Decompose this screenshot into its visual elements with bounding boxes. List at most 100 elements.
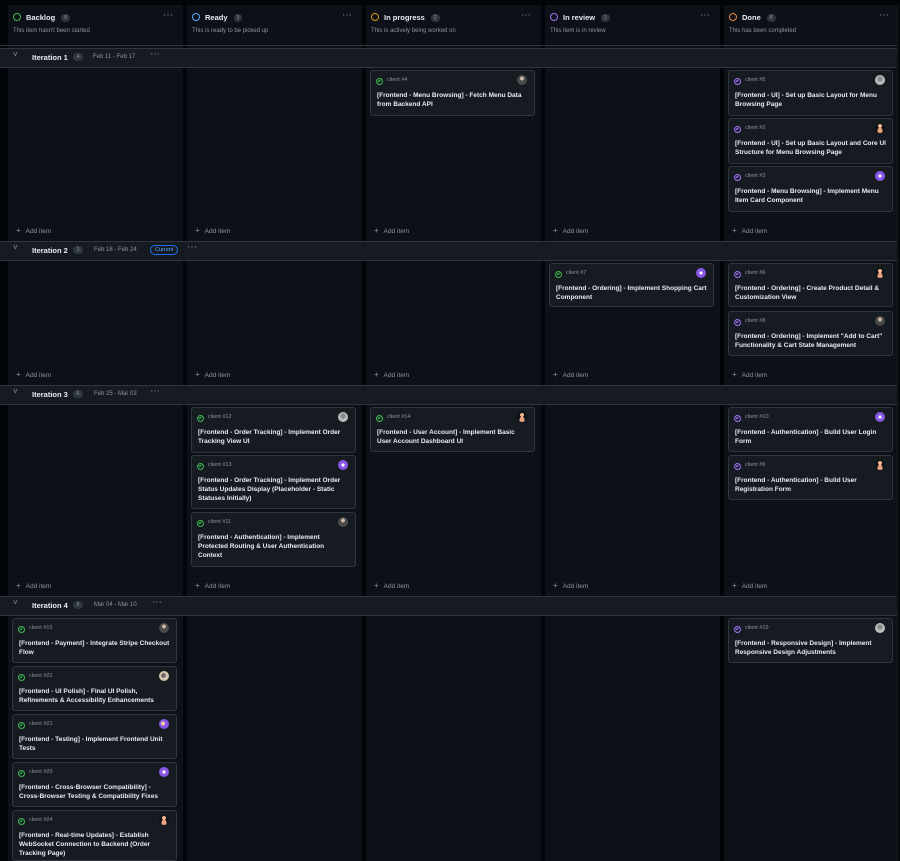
issue-title[interactable]: [Frontend - Ordering] - Implement Shoppi… xyxy=(556,284,707,302)
column-menu-kebab-icon[interactable]: ⋯ xyxy=(521,10,531,21)
column-menu-kebab-icon[interactable]: ⋯ xyxy=(163,10,173,21)
assignee-avatar[interactable] xyxy=(338,460,348,470)
column-menu-kebab-icon[interactable]: ⋯ xyxy=(700,10,710,21)
add-item-button[interactable]: + Add item xyxy=(195,370,230,379)
issue-title[interactable]: [Frontend - Authentication] - Build User… xyxy=(735,428,886,446)
group-menu-kebab-icon[interactable]: ⋯ xyxy=(150,49,160,60)
issue-number[interactable]: client #3 xyxy=(745,173,766,179)
group-header-iteration-1[interactable]: ˅ Iteration 1 4 Feb 11 - Feb 17 ⋯ xyxy=(0,48,897,68)
issue-title[interactable]: [Frontend - UI] - Set up Basic Layout fo… xyxy=(735,91,886,109)
issue-title[interactable]: [Frontend - Authentication] - Implement … xyxy=(198,533,349,560)
issue-number[interactable]: client #11 xyxy=(208,519,231,525)
assignee-avatar[interactable] xyxy=(696,268,706,278)
issue-card[interactable]: client #3 [Frontend - Menu Browsing] - Im… xyxy=(728,166,893,212)
issue-number[interactable]: client #22 xyxy=(29,673,53,679)
issue-number[interactable]: client #21 xyxy=(29,721,53,727)
issue-number[interactable]: client #19 xyxy=(745,625,769,631)
assignee-avatar[interactable] xyxy=(517,75,527,85)
add-item-button[interactable]: + Add item xyxy=(195,581,230,590)
assignee-avatar[interactable] xyxy=(159,767,169,777)
issue-card[interactable]: client #22 [Frontend - UI Polish] - Final… xyxy=(12,666,177,711)
assignee-avatar[interactable] xyxy=(159,815,169,825)
issue-title[interactable]: [Frontend - Menu Browsing] - Fetch Menu … xyxy=(377,91,528,109)
issue-title[interactable]: [Frontend - Order Tracking] - Implement … xyxy=(198,476,349,503)
issue-card[interactable]: client #24 [Frontend - Real-time Updates]… xyxy=(12,810,177,861)
issue-number[interactable]: client #7 xyxy=(566,270,587,276)
add-item-button[interactable]: + Add item xyxy=(732,226,767,235)
assignee-avatar[interactable] xyxy=(875,412,885,422)
issue-title[interactable]: [Frontend - Real-time Updates] - Establi… xyxy=(19,831,170,858)
assignee-avatar[interactable] xyxy=(159,623,169,633)
issue-title[interactable]: [Frontend - Testing] - Implement Fronten… xyxy=(19,735,170,753)
add-item-button[interactable]: + Add item xyxy=(195,226,230,235)
issue-card[interactable]: client #13 [Frontend - Order Tracking] - … xyxy=(191,455,356,509)
chevron-down-icon[interactable]: ˅ xyxy=(13,598,18,607)
add-item-button[interactable]: + Add item xyxy=(553,581,588,590)
issue-card[interactable]: client #14 [Frontend - User Account] - Im… xyxy=(370,407,535,452)
issue-title[interactable]: [Frontend - UI Polish] - Final UI Polish… xyxy=(19,687,170,705)
assignee-avatar[interactable] xyxy=(875,123,885,133)
issue-card[interactable]: client #12 [Frontend - Order Tracking] - … xyxy=(191,407,356,453)
add-item-button[interactable]: + Add item xyxy=(374,370,409,379)
assignee-avatar[interactable] xyxy=(875,316,885,326)
issue-title[interactable]: [Frontend - Cross-Browser Compatibility]… xyxy=(19,783,170,801)
issue-card[interactable]: client #6 [Frontend - Ordering] - Create … xyxy=(728,263,893,307)
chevron-down-icon[interactable]: ˅ xyxy=(13,387,18,396)
issue-number[interactable]: client #5 xyxy=(745,77,766,83)
assignee-avatar[interactable] xyxy=(159,719,169,729)
issue-card[interactable]: client #10 [Frontend - Authentication] - … xyxy=(728,407,893,452)
issue-card[interactable]: client #20 [Frontend - Cross-Browser Comp… xyxy=(12,762,177,807)
issue-number[interactable]: client #24 xyxy=(29,817,53,823)
issue-title[interactable]: [Frontend - UI] - Set up Basic Layout an… xyxy=(735,139,886,157)
issue-number[interactable]: client #8 xyxy=(745,318,766,324)
issue-title[interactable]: [Frontend - Authentication] - Build User… xyxy=(735,476,886,494)
add-item-button[interactable]: + Add item xyxy=(553,226,588,235)
group-header-iteration-3[interactable]: ˅ Iteration 3 6 Feb 25 - Mar 03 ⋯ xyxy=(0,385,897,405)
issue-title[interactable]: [Frontend - Ordering] - Implement "Add t… xyxy=(735,332,886,350)
issue-card[interactable]: client #2 [Frontend - UI] - Set up Basic … xyxy=(728,118,893,164)
issue-number[interactable]: client #9 xyxy=(745,462,766,468)
assignee-avatar[interactable] xyxy=(875,75,885,85)
issue-card[interactable]: client #9 [Frontend - Authentication] - B… xyxy=(728,455,893,500)
chevron-down-icon[interactable]: ˅ xyxy=(13,50,18,59)
issue-card[interactable]: client #11 [Frontend - Authentication] - … xyxy=(191,512,356,567)
add-item-button[interactable]: + Add item xyxy=(374,581,409,590)
add-item-button[interactable]: + Add item xyxy=(16,370,51,379)
assignee-avatar[interactable] xyxy=(875,460,885,470)
add-item-button[interactable]: + Add item xyxy=(732,370,767,379)
issue-card[interactable]: client #7 [Frontend - Ordering] - Impleme… xyxy=(549,263,714,307)
issue-title[interactable]: [Frontend - Payment] - Integrate Stripe … xyxy=(19,639,170,657)
add-item-button[interactable]: + Add item xyxy=(16,226,51,235)
assignee-avatar[interactable] xyxy=(875,268,885,278)
issue-card[interactable]: client #4 [Frontend - Menu Browsing] - Fe… xyxy=(370,70,535,116)
issue-card[interactable]: client #5 [Frontend - UI] - Set up Basic … xyxy=(728,70,893,116)
issue-title[interactable]: [Frontend - Order Tracking] - Implement … xyxy=(198,428,349,446)
issue-card[interactable]: client #19 [Frontend - Responsive Design]… xyxy=(728,618,893,663)
issue-title[interactable]: [Frontend - User Account] - Implement Ba… xyxy=(377,428,528,446)
issue-number[interactable]: client #15 xyxy=(29,625,53,631)
issue-number[interactable]: client #12 xyxy=(208,414,232,420)
assignee-avatar[interactable] xyxy=(338,412,348,422)
assignee-avatar[interactable] xyxy=(338,517,348,527)
group-menu-kebab-icon[interactable]: ⋯ xyxy=(187,242,197,253)
assignee-avatar[interactable] xyxy=(159,671,169,681)
group-header-iteration-2[interactable]: ˅ Iteration 2 3 Feb 18 - Feb 24 Current ⋯ xyxy=(0,241,897,261)
assignee-avatar[interactable] xyxy=(875,623,885,633)
issue-card[interactable]: client #21 [Frontend - Testing] - Impleme… xyxy=(12,714,177,759)
chevron-down-icon[interactable]: ˅ xyxy=(13,243,18,252)
add-item-button[interactable]: + Add item xyxy=(374,226,409,235)
column-menu-kebab-icon[interactable]: ⋯ xyxy=(879,10,889,21)
add-item-button[interactable]: + Add item xyxy=(732,581,767,590)
issue-card[interactable]: client #8 [Frontend - Ordering] - Impleme… xyxy=(728,311,893,356)
issue-number[interactable]: client #6 xyxy=(745,270,766,276)
column-menu-kebab-icon[interactable]: ⋯ xyxy=(342,10,352,21)
group-menu-kebab-icon[interactable]: ⋯ xyxy=(152,597,162,608)
issue-number[interactable]: client #14 xyxy=(387,414,411,420)
assignee-avatar[interactable] xyxy=(875,171,885,181)
issue-number[interactable]: client #4 xyxy=(387,77,408,83)
assignee-avatar[interactable] xyxy=(517,412,527,422)
group-menu-kebab-icon[interactable]: ⋯ xyxy=(150,386,160,397)
add-item-button[interactable]: + Add item xyxy=(16,581,51,590)
add-item-button[interactable]: + Add item xyxy=(553,370,588,379)
group-header-iteration-4[interactable]: ˅ Iteration 4 9 Mar 04 - Mar 10 ⋯ xyxy=(0,596,897,616)
